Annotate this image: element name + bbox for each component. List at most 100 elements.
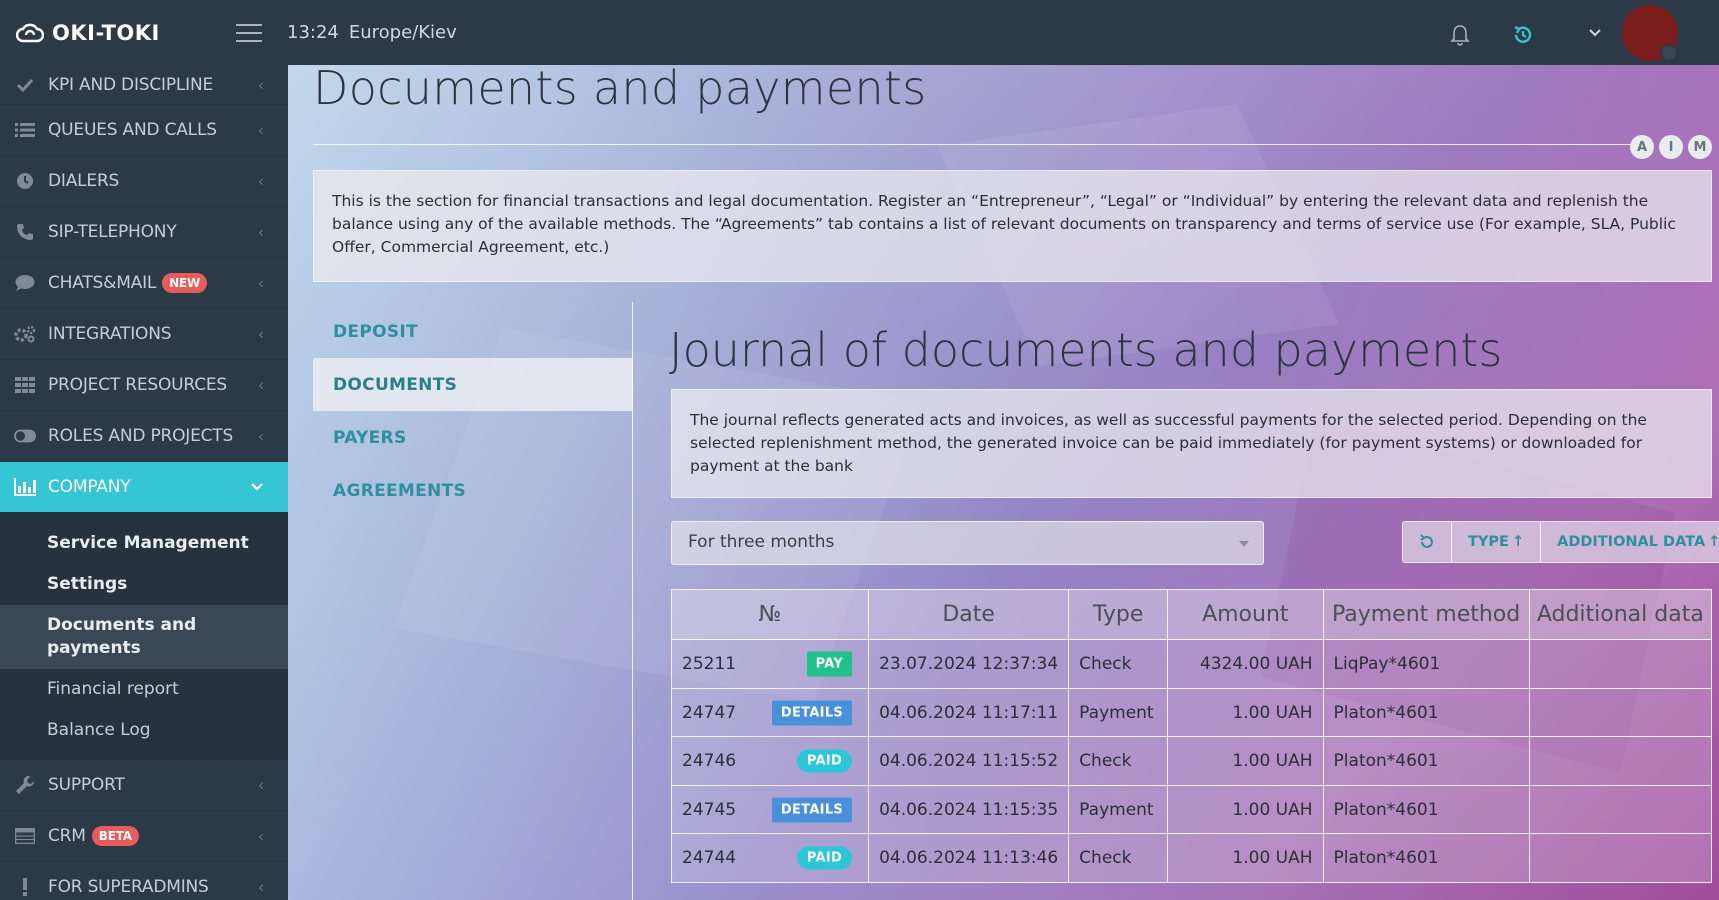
arrow-up-icon: ↑ xyxy=(1708,534,1719,550)
table-row: 24747 DETAILS 04.06.2024 11:17:11 Payment… xyxy=(670,688,1713,737)
sidebar-item-crm[interactable]: CRM BETA ‹ xyxy=(0,811,288,862)
sidebar-item-support[interactable]: SUPPORT ‹ xyxy=(0,760,288,811)
top-bar: OKI-TOKI 13:24 Europe/Kiev xyxy=(0,0,1719,65)
grid-icon xyxy=(14,374,36,396)
sidebar-item-label: QUEUES AND CALLS xyxy=(48,120,217,140)
chevron-left-icon: ‹ xyxy=(257,171,264,191)
aim-button-m[interactable]: M xyxy=(1688,135,1712,159)
sidebar-item-label: ROLES AND PROJECTS xyxy=(48,426,234,446)
clock-icon xyxy=(14,170,36,192)
refresh-button[interactable] xyxy=(1403,522,1452,562)
cell-type: Check xyxy=(1068,833,1169,883)
period-select-value: For three months xyxy=(688,532,835,552)
paid-badge[interactable]: PAID xyxy=(796,846,853,870)
cell-date: 04.06.2024 11:15:35 xyxy=(868,785,1070,834)
tab-payers[interactable]: PAYERS xyxy=(313,411,633,464)
table-controls: TYPE↑ ADDITIONAL DATA↑ xyxy=(1402,521,1719,563)
submenu-documents-and-payments[interactable]: Documents and payments xyxy=(0,604,288,669)
cell-amount: 1.00 UAH xyxy=(1167,688,1324,737)
column-header-number[interactable]: № xyxy=(670,589,870,640)
aim-button-a[interactable]: A xyxy=(1630,135,1654,159)
check-icon xyxy=(14,74,36,96)
bell-icon[interactable] xyxy=(1450,24,1470,46)
column-header-payment-method[interactable]: Payment method xyxy=(1322,589,1530,640)
sidebar-item-label: SUPPORT xyxy=(48,774,125,795)
type-filter-button[interactable]: TYPE ↑ xyxy=(1452,522,1542,562)
cell-additional-data xyxy=(1528,688,1713,737)
table-row: 24745 DETAILS 04.06.2024 11:15:35 Payment… xyxy=(670,785,1713,834)
title-divider xyxy=(313,144,1643,145)
chevron-left-icon: ‹ xyxy=(257,826,264,846)
tab-deposit[interactable]: DEPOSIT xyxy=(313,305,633,358)
chevron-down-icon[interactable] xyxy=(1588,28,1602,38)
submenu-balance-log[interactable]: Balance Log xyxy=(0,710,288,751)
sidebar-item-label: COMPANY xyxy=(48,477,131,497)
sidebar-item-superadmins[interactable]: FOR SUPERADMINS ‹ xyxy=(0,862,288,900)
column-header-type[interactable]: Type xyxy=(1068,589,1169,640)
history-icon[interactable] xyxy=(1512,24,1534,46)
menu-toggle-button[interactable] xyxy=(236,24,262,42)
pay-button[interactable]: PAY xyxy=(806,651,853,677)
submenu-financial-report[interactable]: Financial report xyxy=(0,669,288,710)
row-number: 24746 xyxy=(682,751,737,771)
section-tabs: DEPOSIT DOCUMENTS PAYERS AGREEMENTS xyxy=(313,305,633,517)
status-indicator xyxy=(1660,44,1678,62)
sidebar-item-queues[interactable]: QUEUES AND CALLS ‹ xyxy=(0,105,288,156)
table-icon xyxy=(14,825,36,847)
logo-text: OKI-TOKI xyxy=(52,20,160,45)
chevron-left-icon: ‹ xyxy=(257,877,264,897)
sidebar-item-label: FOR SUPERADMINS xyxy=(48,876,209,897)
period-select[interactable]: For three months xyxy=(671,521,1264,565)
gears-icon xyxy=(14,323,36,345)
column-header-amount[interactable]: Amount xyxy=(1167,589,1324,640)
sidebar-item-company[interactable]: COMPANY xyxy=(0,462,288,513)
cell-payment-method: Platon*4601 xyxy=(1322,688,1530,737)
type-filter-label: TYPE xyxy=(1468,534,1509,550)
wrench-icon xyxy=(14,774,36,796)
sidebar-item-dialers[interactable]: DIALERS ‹ xyxy=(0,156,288,207)
chevron-left-icon: ‹ xyxy=(257,273,264,293)
sidebar-item-integrations[interactable]: INTEGRATIONS ‹ xyxy=(0,309,288,360)
cell-amount: 1.00 UAH xyxy=(1167,785,1324,834)
cell-payment-method: Platon*4601 xyxy=(1322,736,1530,786)
sidebar-item-label: DIALERS xyxy=(48,171,120,191)
submenu-service-management[interactable]: Service Management xyxy=(0,523,288,564)
sidebar-item-label: CRM xyxy=(48,825,86,846)
row-number: 24745 xyxy=(682,799,737,820)
cell-additional-data xyxy=(1528,785,1713,834)
chevron-down-icon xyxy=(251,483,263,491)
chevron-left-icon: ‹ xyxy=(257,75,264,94)
cell-date: 04.06.2024 11:13:46 xyxy=(868,833,1070,883)
cell-type: Payment xyxy=(1068,785,1169,834)
column-header-additional-data[interactable]: Additional data xyxy=(1528,589,1713,640)
sidebar-item-kpi[interactable]: KPI AND DISCIPLINE ‹ xyxy=(0,65,288,105)
aim-button-i[interactable]: I xyxy=(1659,135,1683,159)
cell-number: 25211 PAY xyxy=(670,639,870,689)
cell-additional-data xyxy=(1528,736,1713,786)
cell-additional-data xyxy=(1528,639,1713,689)
cell-number: 24745 DETAILS xyxy=(670,785,870,834)
chevron-left-icon: ‹ xyxy=(257,426,264,446)
tab-agreements[interactable]: AGREEMENTS xyxy=(313,464,633,517)
submenu-settings[interactable]: Settings xyxy=(0,564,288,605)
sidebar-item-roles[interactable]: ROLES AND PROJECTS ‹ xyxy=(0,411,288,462)
paid-badge[interactable]: PAID xyxy=(796,749,853,773)
cell-type: Check xyxy=(1068,639,1169,689)
toggle-icon xyxy=(14,425,36,447)
cell-payment-method: Platon*4601 xyxy=(1322,833,1530,883)
timezone: Europe/Kiev xyxy=(348,22,457,43)
tab-documents[interactable]: DOCUMENTS xyxy=(313,358,633,411)
cell-type: Payment xyxy=(1068,688,1169,737)
chat-icon xyxy=(14,272,36,294)
details-button[interactable]: DETAILS xyxy=(771,797,853,822)
column-header-date[interactable]: Date xyxy=(868,589,1070,640)
sidebar-item-chats[interactable]: CHATS&MAIL NEW ‹ xyxy=(0,258,288,309)
bar-chart-icon xyxy=(14,476,36,498)
sidebar-item-sip[interactable]: SIP-TELEPHONY ‹ xyxy=(0,207,288,258)
additional-data-button[interactable]: ADDITIONAL DATA↑ xyxy=(1541,522,1719,562)
chevron-left-icon: ‹ xyxy=(257,775,264,795)
details-button[interactable]: DETAILS xyxy=(771,700,853,725)
table-header-row: № Date Type Amount Payment method Additi… xyxy=(670,589,1713,640)
sidebar-item-resources[interactable]: PROJECT RESOURCES ‹ xyxy=(0,360,288,411)
row-number: 25211 xyxy=(682,654,737,674)
